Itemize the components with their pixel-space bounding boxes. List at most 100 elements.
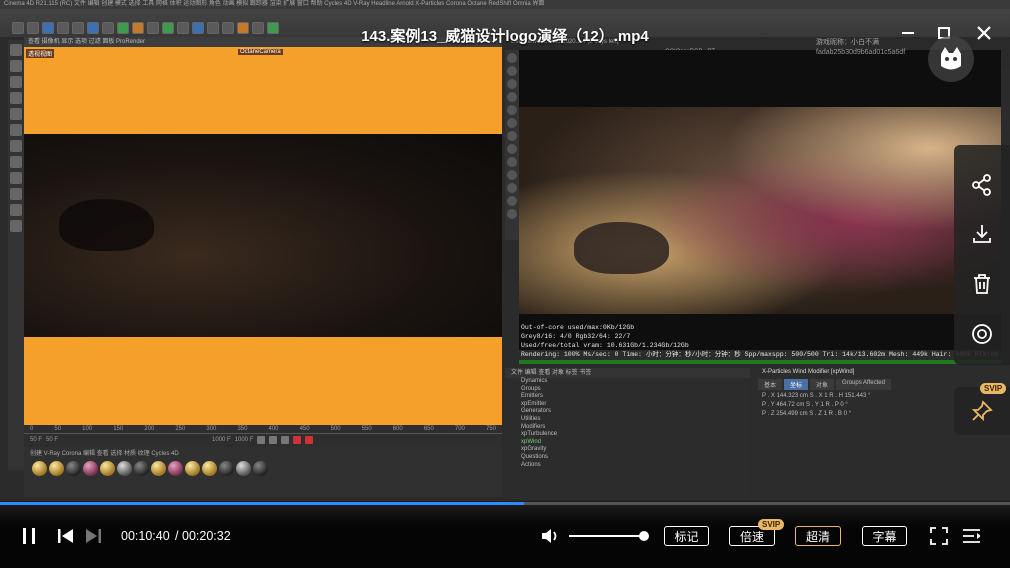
scene-tree-item: xpWind bbox=[521, 438, 542, 445]
timeline-button bbox=[281, 436, 290, 444]
stats-line: Used/free/total vram: 10.631Gb/1.234Gb/1… bbox=[521, 342, 689, 349]
volume-icon bbox=[542, 529, 557, 543]
material-ball bbox=[83, 461, 98, 476]
scene-tree-item: xpTurbulence bbox=[521, 431, 558, 438]
seek-bar-progress bbox=[0, 502, 525, 505]
timeline-button bbox=[257, 436, 266, 444]
timeline-tick: 50 bbox=[54, 426, 62, 432]
toolbar-tool-icon bbox=[237, 22, 249, 34]
toolbar-tool-icon bbox=[57, 22, 69, 34]
volume-slider[interactable] bbox=[569, 535, 644, 537]
toolbar-tool-icon bbox=[252, 22, 264, 34]
user-avatar-watermark bbox=[928, 36, 974, 82]
pause-button[interactable] bbox=[20, 527, 38, 545]
scene-tree-item: xpGravity bbox=[521, 446, 547, 453]
close-button[interactable] bbox=[972, 22, 996, 44]
timeline-tick: 100 bbox=[82, 426, 93, 432]
scene-tree-item: Actions bbox=[521, 461, 541, 468]
timeline-field: 50 F bbox=[30, 437, 43, 443]
scene-tree-item: Dynamics bbox=[521, 378, 548, 384]
toolbar-tool-icon bbox=[147, 22, 159, 34]
viewport-scene bbox=[24, 134, 502, 337]
render-progress bbox=[519, 360, 1001, 364]
horse-silhouette bbox=[59, 199, 154, 251]
stats-line: Rendering: 100% Ms/sec: 0 Time: 小时：分钟：秒/… bbox=[521, 351, 1001, 358]
attributes-tab: 基本 bbox=[758, 379, 783, 390]
share-icon bbox=[972, 174, 991, 196]
fullscreen-button[interactable] bbox=[930, 527, 948, 545]
toolbar-tool-icon bbox=[222, 22, 234, 34]
scene-tree-header: 文件 编辑 查看 对象 标签 书签 bbox=[505, 368, 750, 378]
toolbar-tool-icon bbox=[207, 22, 219, 34]
material-ball bbox=[168, 461, 183, 476]
subtitle-button[interactable]: 字幕 bbox=[862, 526, 907, 546]
material-ball bbox=[253, 461, 268, 476]
quality-button[interactable]: 超清 bbox=[795, 526, 841, 546]
total-time: 00:20:32 bbox=[182, 529, 231, 543]
bookmark-button[interactable]: 标记 bbox=[664, 526, 709, 546]
share-button[interactable] bbox=[954, 165, 1010, 205]
material-ball bbox=[134, 461, 149, 476]
material-tabs: 创建 V-Ray Corona 编辑 查看 选择 材质 纹理 Cycles 4D bbox=[30, 451, 179, 457]
attributes-tab: 坐标 bbox=[784, 379, 809, 390]
delete-button[interactable] bbox=[954, 264, 1010, 304]
timeline-field: 1000 F bbox=[212, 437, 231, 443]
timeline-tick: 300 bbox=[206, 426, 217, 432]
timeline-tick: 200 bbox=[144, 426, 155, 432]
horse-render bbox=[574, 222, 669, 274]
volume-button[interactable] bbox=[541, 527, 559, 545]
toolbar-tool-icon bbox=[72, 22, 84, 34]
material-ball bbox=[66, 461, 81, 476]
timeline-controls: 50 F 50 F 1000 F 1000 F bbox=[24, 434, 502, 446]
viewport-tag: 透视视图 bbox=[26, 49, 55, 58]
watermark-line: 游戏昵称：小白不满 bbox=[816, 39, 879, 46]
live-viewer-toolbar bbox=[505, 50, 519, 240]
record-button[interactable] bbox=[954, 314, 1010, 354]
volume-knob[interactable] bbox=[639, 531, 649, 541]
pin-button[interactable]: SVIP bbox=[954, 383, 1010, 435]
video-title: 143.案例13_威猫设计logo演绎（12）.mp4 bbox=[361, 27, 649, 45]
download-icon bbox=[973, 225, 991, 243]
timeline-tick: 400 bbox=[268, 426, 279, 432]
timeline-tick: 600 bbox=[392, 426, 403, 432]
minimize-icon bbox=[902, 32, 914, 34]
toolbar-tool-icon bbox=[132, 22, 144, 34]
material-ball bbox=[49, 461, 64, 476]
timeline-field: 1000 F bbox=[234, 437, 254, 443]
scene-tree-item: Groups bbox=[521, 385, 541, 392]
attributes-tab: Groups Affected bbox=[836, 379, 891, 390]
playlist-icon bbox=[963, 529, 980, 543]
render-image bbox=[519, 107, 1001, 314]
c4d-left-toolbar bbox=[8, 40, 24, 470]
pin-svip-badge: SVIP bbox=[980, 383, 1007, 394]
timeline-ruler: 0 50 100 150 200 250 300 350 400 450 500 550 600 650 7… bbox=[24, 425, 502, 434]
cat-logo-icon bbox=[941, 47, 961, 70]
toolbar-tool-icon bbox=[42, 22, 54, 34]
timeline-tick: 750 bbox=[485, 426, 496, 432]
next-button[interactable] bbox=[84, 527, 102, 545]
camera-tag: OctaneCamera bbox=[238, 49, 283, 55]
attributes-tab: 对象 bbox=[810, 379, 835, 390]
timeline: 0 50 100 150 200 250 300 350 400 450 500 550 600 650 7… bbox=[24, 425, 502, 447]
playlist-button[interactable] bbox=[962, 527, 980, 545]
timeline-field: 50 F bbox=[46, 437, 59, 443]
timeline-tick: 500 bbox=[330, 426, 341, 432]
previous-button[interactable] bbox=[57, 527, 75, 545]
toolbar-tool-icon bbox=[192, 22, 204, 34]
seek-bar[interactable] bbox=[0, 502, 1010, 505]
editor-viewport: 透视视图 OctaneCamera bbox=[24, 47, 502, 425]
scene-tree-item: Questions bbox=[521, 453, 549, 460]
material-ball bbox=[151, 461, 166, 476]
stats-line: Grey8/16: 4/0 Rgb32/64: 22/7 bbox=[521, 333, 631, 340]
scene-tree: 文件 编辑 查看 对象 标签 书签 Dynamics Groups Emitters… bbox=[505, 368, 750, 501]
stats-line: Out-of-core used/max:0Kb/12Gb bbox=[521, 324, 635, 331]
download-button[interactable] bbox=[954, 214, 1010, 254]
toolbar-tool-icon bbox=[117, 22, 129, 34]
timeline-tick: 350 bbox=[237, 426, 248, 432]
toolbar-tool-icon bbox=[177, 22, 189, 34]
toolbar-tool-icon bbox=[27, 22, 39, 34]
record-key-button bbox=[305, 436, 314, 444]
timeline-tick: 700 bbox=[454, 426, 465, 432]
c4d-menubar: Cinema 4D R21.115 (RC) 文件 编辑 创建 模式 选择 工具… bbox=[0, 0, 1010, 9]
material-row bbox=[24, 461, 502, 476]
